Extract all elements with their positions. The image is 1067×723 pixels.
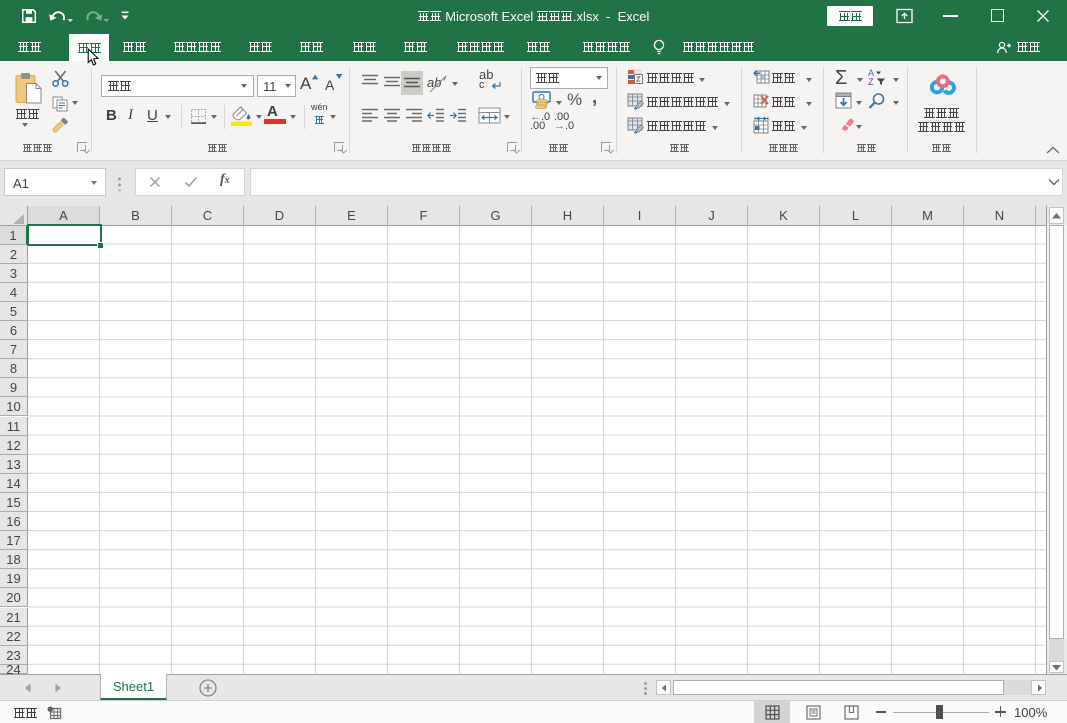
svg-text:Z: Z <box>868 77 874 86</box>
